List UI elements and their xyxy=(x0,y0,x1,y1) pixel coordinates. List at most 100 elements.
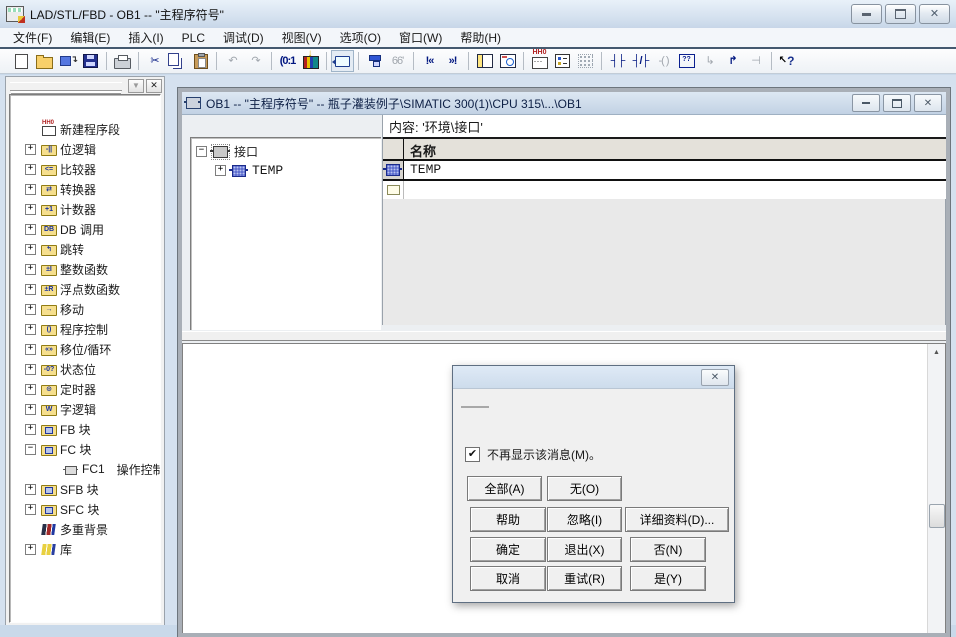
expand-icon[interactable]: + xyxy=(25,264,36,275)
sidebar-item-db-call[interactable]: +DB 调用 xyxy=(10,219,160,239)
new-network-button[interactable] xyxy=(528,50,551,72)
expand-icon[interactable]: + xyxy=(25,284,36,295)
sidebar-item-sfc-blocks[interactable]: +SFC 块 xyxy=(10,499,160,519)
close-branch-button[interactable]: ↱ xyxy=(721,50,744,72)
menu-help[interactable]: 帮助(H) xyxy=(451,27,510,48)
expand-icon[interactable]: + xyxy=(25,324,36,335)
dont-show-again-checkbox[interactable]: ✔ xyxy=(465,447,480,462)
yes-button[interactable]: 是(Y) xyxy=(630,566,706,591)
sidebar-item-converter[interactable]: +转换器 xyxy=(10,179,160,199)
collapse-icon[interactable]: − xyxy=(25,444,36,455)
scroll-up-button[interactable]: ▲ xyxy=(928,344,945,360)
editor-restore-button[interactable] xyxy=(883,94,911,112)
expand-icon[interactable]: + xyxy=(25,384,36,395)
open-file-button[interactable] xyxy=(33,50,56,72)
no-button[interactable]: 否(N) xyxy=(630,537,706,562)
menu-file[interactable]: 文件(F) xyxy=(4,27,61,48)
expand-icon[interactable]: + xyxy=(25,344,36,355)
sidebar-item-bit-logic[interactable]: +位逻辑 xyxy=(10,139,160,159)
sidebar-item-float-functions[interactable]: +浮点数函数 xyxy=(10,279,160,299)
vertical-scrollbar[interactable]: ▲ xyxy=(927,344,945,633)
sidebar-item-fc-blocks[interactable]: −FC 块 xyxy=(10,439,160,459)
retry-button[interactable]: 重试(R) xyxy=(547,566,622,591)
expand-icon[interactable]: + xyxy=(25,184,36,195)
sidebar-item-program-control[interactable]: +程序控制 xyxy=(10,319,160,339)
open-online-button[interactable] xyxy=(56,50,79,72)
editor-minimize-button[interactable] xyxy=(852,94,880,112)
expand-icon[interactable]: + xyxy=(25,204,36,215)
sidebar-item-status-bits[interactable]: +状态位 xyxy=(10,359,160,379)
maximize-button[interactable] xyxy=(885,4,916,24)
goto-prev-error-button[interactable]: !« xyxy=(418,50,441,72)
details-button[interactable]: 详细资料(D)... xyxy=(625,507,729,532)
sidebar-item-move[interactable]: +移动 xyxy=(10,299,160,319)
ignore-button[interactable]: 忽略(I) xyxy=(547,507,622,532)
expand-icon[interactable]: + xyxy=(25,504,36,515)
dialog-close-button[interactable]: ✕ xyxy=(701,369,729,386)
sidebar-item-sfb-blocks[interactable]: +SFB 块 xyxy=(10,479,160,499)
paste-button[interactable] xyxy=(189,50,212,72)
horizontal-splitter[interactable] xyxy=(182,331,946,341)
menu-window[interactable]: 窗口(W) xyxy=(390,27,451,48)
sidebar-item-fb-blocks[interactable]: +FB 块 xyxy=(10,419,160,439)
program-elements-button[interactable] xyxy=(551,50,574,72)
save-button[interactable] xyxy=(79,50,102,72)
sidebar-item-word-logic[interactable]: +字逻辑 xyxy=(10,399,160,419)
sidebar-item-timers[interactable]: +定时器 xyxy=(10,379,160,399)
interface-root-row[interactable]: − 接口 xyxy=(191,142,381,161)
expand-icon[interactable]: + xyxy=(25,244,36,255)
menu-options[interactable]: 选项(O) xyxy=(331,27,390,48)
sidebar-item-jump[interactable]: +跳转 xyxy=(10,239,160,259)
contact-nc-button[interactable]: ┤/├ xyxy=(629,50,652,72)
cut-button[interactable]: ✂ xyxy=(143,50,166,72)
expand-icon[interactable]: + xyxy=(25,484,36,495)
expand-icon[interactable]: + xyxy=(25,364,36,375)
new-file-button[interactable] xyxy=(10,50,33,72)
overview-toggle-button[interactable] xyxy=(473,50,496,72)
expand-icon[interactable]: + xyxy=(25,224,36,235)
detail-view-button[interactable] xyxy=(496,50,519,72)
none-button[interactable]: 无(O) xyxy=(547,476,622,501)
palette-close-button[interactable]: ✕ xyxy=(146,79,162,93)
cancel-button[interactable]: 取消 xyxy=(470,566,546,591)
expand-icon[interactable]: + xyxy=(25,304,36,315)
sidebar-item-integer-functions[interactable]: +整数函数 xyxy=(10,259,160,279)
table-row[interactable]: TEMP xyxy=(383,161,946,181)
comment-toggle-button[interactable] xyxy=(331,50,354,72)
menu-view[interactable]: 视图(V) xyxy=(273,27,331,48)
help-button[interactable]: 帮助 xyxy=(470,507,546,532)
help-select-button[interactable] xyxy=(776,50,799,72)
editor-close-button[interactable]: ✕ xyxy=(914,94,942,112)
scrollbar-thumb[interactable] xyxy=(929,504,945,528)
download-button[interactable] xyxy=(299,50,322,72)
contact-no-button[interactable]: ┤├ xyxy=(606,50,629,72)
expand-icon[interactable]: + xyxy=(25,164,36,175)
collapse-icon[interactable]: − xyxy=(196,146,207,157)
all-button[interactable]: 全部(A) xyxy=(467,476,542,501)
sidebar-item-counter[interactable]: +计数器 xyxy=(10,199,160,219)
minimize-button[interactable] xyxy=(851,4,882,24)
menu-insert[interactable]: 插入(I) xyxy=(119,27,172,48)
sidebar-item-new-network-segment[interactable]: 新建程序段 xyxy=(10,119,160,139)
exit-button[interactable]: 退出(X) xyxy=(547,537,622,562)
symbol-display-button[interactable] xyxy=(363,50,386,72)
palette-dropdown-button[interactable]: ▼ xyxy=(128,79,144,93)
sidebar-item-multi-instance[interactable]: 多重背景 xyxy=(10,519,160,539)
expand-icon[interactable]: + xyxy=(215,165,226,176)
palette-grip[interactable] xyxy=(10,82,122,91)
interface-temp-row[interactable]: + TEMP xyxy=(191,161,381,180)
sidebar-item-libraries[interactable]: +库 xyxy=(10,539,160,559)
table-empty-row[interactable] xyxy=(383,181,946,199)
expand-icon[interactable]: + xyxy=(25,144,36,155)
menu-edit[interactable]: 编辑(E) xyxy=(61,27,119,48)
menu-plc[interactable]: PLC xyxy=(173,29,214,47)
goto-next-error-button[interactable]: »! xyxy=(441,50,464,72)
menu-debug[interactable]: 调试(D) xyxy=(214,27,273,48)
address-status-button[interactable]: (0:1 xyxy=(276,50,299,72)
ok-button[interactable]: 确定 xyxy=(470,537,546,562)
sidebar-item-shift-rotate[interactable]: +移位/循环 xyxy=(10,339,160,359)
expand-icon[interactable]: + xyxy=(25,404,36,415)
print-button[interactable] xyxy=(111,50,134,72)
sidebar-item-fc1[interactable]: FC1操作控制 xyxy=(10,459,160,479)
close-button[interactable]: ✕ xyxy=(919,4,950,24)
